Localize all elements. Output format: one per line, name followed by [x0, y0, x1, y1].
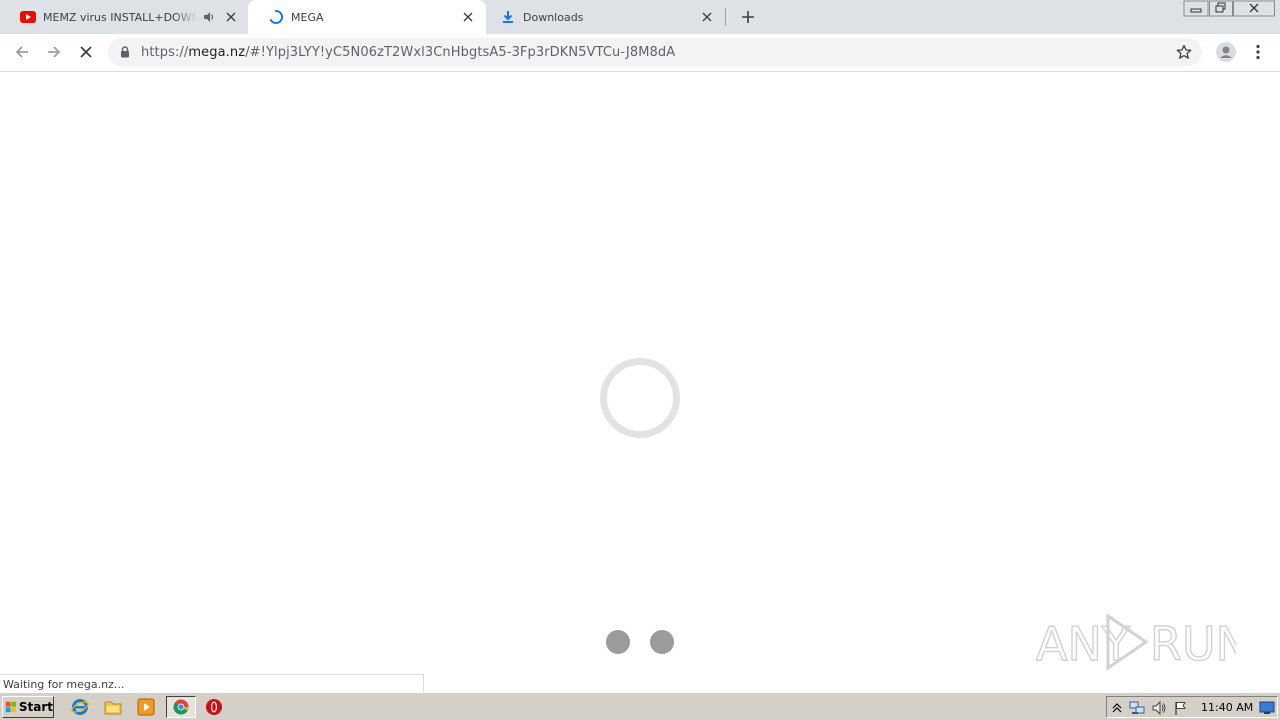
browser-toolbar: https://mega.nz/#!Ylpj3LYY!yC5N06zT2Wxl3…: [0, 34, 1280, 72]
new-tab-button[interactable]: [736, 5, 760, 29]
bookmark-star-icon[interactable]: [1174, 42, 1194, 62]
kebab-menu-icon: [1256, 44, 1260, 60]
network-icon[interactable]: [1129, 700, 1145, 716]
loading-spinner-icon: [268, 9, 284, 25]
browser-menu-button[interactable]: [1248, 40, 1268, 64]
minimize-button[interactable]: [1183, 0, 1209, 17]
minimize-icon: [1183, 0, 1209, 17]
speaker-icon[interactable]: [203, 10, 215, 24]
loading-dot: [650, 630, 674, 654]
media-player-icon[interactable]: [134, 696, 158, 718]
tab-separator: [725, 8, 726, 26]
url-path: /#!Ylpj3LYY!yC5N06zT2Wxl3CnHbgtsA5-3Fp3r…: [245, 44, 676, 60]
taskbar-clock[interactable]: 11:40 AM: [1201, 701, 1253, 714]
chrome-icon: [173, 699, 189, 715]
start-label: Start: [18, 700, 53, 714]
address-bar[interactable]: https://mega.nz/#!Ylpj3LYY!yC5N06zT2Wxl3…: [108, 38, 1202, 66]
status-bubble: Waiting for mega.nz...: [0, 674, 424, 692]
svg-text:RUN: RUN: [1150, 617, 1236, 671]
restore-button[interactable]: [1209, 0, 1233, 17]
url-scheme: https://: [141, 44, 189, 60]
windows-taskbar: Start 11:40 AM: [0, 692, 1280, 720]
tab-title: MEMZ virus INSTALL+DOWNLOAD: [43, 10, 197, 24]
forward-arrow-icon: [48, 46, 61, 58]
back-arrow-icon: [15, 46, 28, 58]
page-content: ANY RUN Waiting for mega.nz...: [0, 72, 1280, 692]
action-center-flag-icon[interactable]: [1173, 700, 1189, 716]
loading-dot: [606, 630, 630, 654]
loading-ring-icon: [600, 358, 680, 438]
internet-explorer-icon[interactable]: [68, 696, 92, 718]
lock-icon[interactable]: [120, 45, 132, 59]
forward-button[interactable]: [42, 40, 66, 64]
show-hidden-icons-icon[interactable]: [1109, 700, 1125, 716]
stop-loading-button[interactable]: [74, 40, 98, 64]
system-tray: 11:40 AM: [1106, 696, 1278, 718]
tab-memz-video[interactable]: MEMZ virus INSTALL+DOWNLOAD: [0, 0, 248, 34]
start-button[interactable]: Start: [2, 696, 54, 718]
close-window-icon: [1233, 0, 1275, 17]
plus-icon: [742, 11, 754, 23]
anyrun-watermark: ANY RUN: [1035, 606, 1251, 676]
anyrun-logo-icon: ANY RUN: [1035, 613, 1251, 672]
tab-mega[interactable]: MEGA: [248, 0, 486, 34]
tab-title: MEGA: [291, 10, 324, 24]
profile-avatar-icon[interactable]: [1214, 40, 1238, 64]
tab-title: Downloads: [523, 10, 584, 24]
youtube-icon: [20, 9, 36, 25]
close-tab-icon[interactable]: [460, 9, 476, 25]
restore-icon: [1209, 0, 1233, 17]
chrome-taskbar-button[interactable]: [166, 696, 196, 718]
close-window-button[interactable]: [1233, 0, 1275, 17]
tab-strip: MEMZ virus INSTALL+DOWNLOAD MEGA Downloa…: [0, 0, 1280, 34]
volume-icon[interactable]: [1151, 700, 1167, 716]
show-desktop-icon[interactable]: [1259, 700, 1275, 716]
close-tab-icon[interactable]: [699, 9, 715, 25]
file-explorer-icon[interactable]: [101, 696, 125, 718]
tab-downloads[interactable]: Downloads: [480, 0, 725, 34]
close-tab-icon[interactable]: [225, 9, 238, 25]
url-text[interactable]: https://mega.nz/#!Ylpj3LYY!yC5N06zT2Wxl3…: [141, 45, 675, 60]
back-button[interactable]: [10, 40, 34, 64]
windows-logo-icon: [5, 701, 17, 713]
url-host: mega.nz: [188, 44, 246, 60]
opera-icon[interactable]: [202, 696, 226, 718]
download-icon: [500, 9, 516, 25]
stop-icon: [80, 46, 92, 58]
